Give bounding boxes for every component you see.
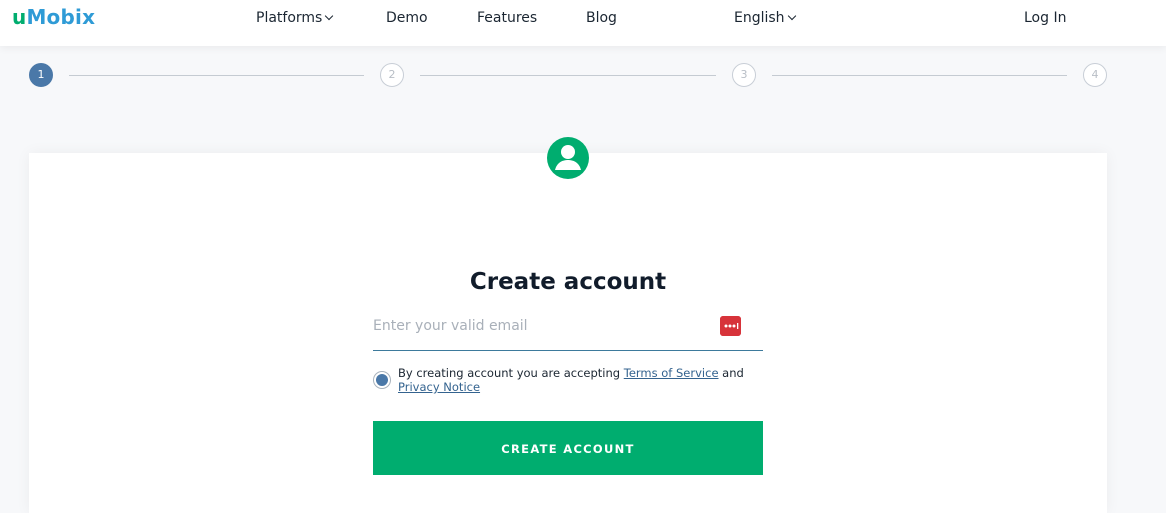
email-underline [373, 350, 763, 351]
privacy-notice-link[interactable]: Privacy Notice [398, 380, 480, 394]
terms-of-service-link[interactable]: Terms of Service [624, 366, 719, 380]
step-connector [69, 75, 364, 76]
step-4: 4 [1083, 63, 1107, 87]
consent-text: By creating account you are accepting Te… [398, 366, 768, 394]
chevron-down-icon [325, 11, 334, 21]
step-connector [420, 75, 716, 76]
language-label: English [734, 10, 785, 26]
nav-platforms[interactable]: Platforms [256, 9, 334, 27]
nav-blog[interactable]: Blog [586, 9, 617, 27]
logo-mobix: Mobix [26, 5, 96, 29]
top-navbar: uMobix Platforms Demo Features Blog Engl… [0, 0, 1166, 46]
user-circle-icon [547, 137, 589, 179]
login-link[interactable]: Log In [1024, 9, 1066, 27]
consent-radio[interactable] [373, 371, 391, 389]
consent-radio-dot [376, 374, 388, 386]
consent-prefix: By creating account you are accepting [398, 366, 621, 380]
consent-and: and [722, 366, 744, 380]
step-3: 3 [732, 63, 756, 87]
page-title: Create account [469, 269, 667, 295]
create-account-button[interactable]: CREATE ACCOUNT [373, 421, 763, 475]
logo-u: u [12, 5, 27, 29]
nav-features[interactable]: Features [477, 9, 537, 27]
step-2: 2 [380, 63, 404, 87]
nav-demo[interactable]: Demo [386, 9, 428, 27]
step-connector [772, 75, 1067, 76]
language-selector[interactable]: English [734, 9, 796, 27]
chevron-down-icon [787, 11, 796, 21]
umobix-logo[interactable]: uMobix [12, 5, 95, 29]
nav-platforms-label: Platforms [256, 10, 323, 26]
step-1: 1 [29, 63, 53, 87]
email-field[interactable] [373, 313, 713, 339]
password-manager-icon[interactable] [720, 316, 741, 336]
